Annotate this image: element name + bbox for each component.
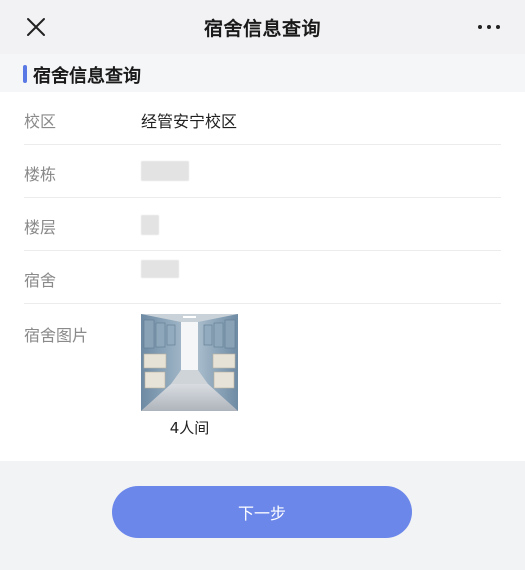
section-title: 宿舍信息查询 — [33, 66, 141, 87]
page-title: 宿舍信息查询 — [203, 17, 321, 40]
dorm-label: 宿舍 — [24, 271, 57, 290]
more-icon[interactable] — [475, 18, 503, 36]
field-row-building: 楼栋 — [0, 145, 525, 198]
section-header: 宿舍信息查询 — [0, 54, 525, 92]
floor-value-redacted — [141, 215, 159, 235]
dorm-value-redacted — [141, 260, 179, 278]
section-accent-bar — [23, 65, 27, 83]
next-step-button[interactable]: 下一步 — [112, 486, 412, 538]
campus-label: 校区 — [24, 112, 57, 131]
navbar: 宿舍信息查询 — [0, 0, 525, 54]
dorm-photo[interactable] — [141, 314, 238, 411]
dorm-info-card: 校区 经管安宁校区 楼栋 楼层 宿舍 宿舍图片 4人间 — [0, 92, 525, 461]
field-row-campus: 校区 经管安宁校区 — [0, 92, 525, 145]
building-value-redacted — [141, 161, 189, 181]
floor-label: 楼层 — [24, 218, 57, 237]
photo-label: 宿舍图片 — [24, 326, 89, 345]
close-icon[interactable] — [22, 13, 50, 41]
photo-caption: 4人间 — [169, 419, 210, 437]
building-label: 楼栋 — [24, 165, 57, 184]
field-row-photo: 宿舍图片 — [0, 304, 525, 461]
field-row-dorm: 宿舍 — [0, 251, 525, 304]
campus-value: 经管安宁校区 — [141, 112, 238, 131]
field-row-floor: 楼层 — [0, 198, 525, 251]
